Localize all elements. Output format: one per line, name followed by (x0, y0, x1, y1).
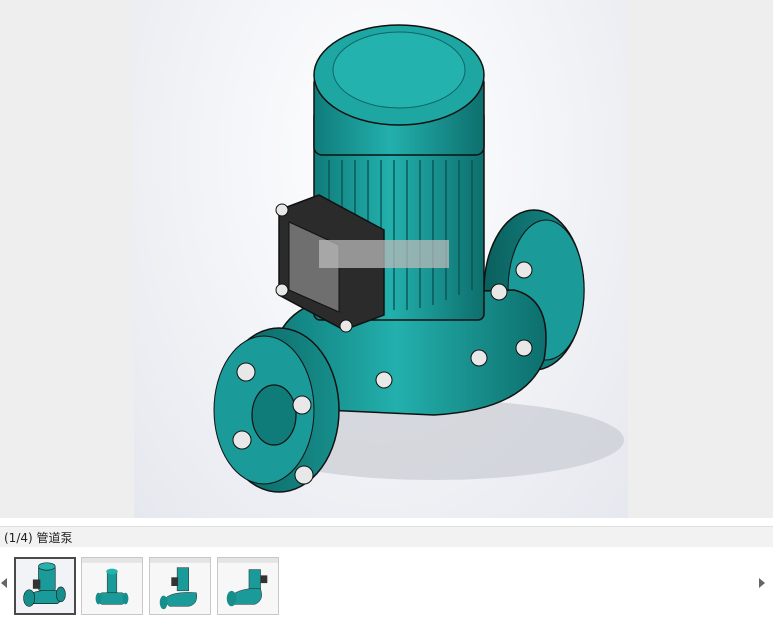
pump-thumbnail-image (150, 558, 210, 614)
pump-thumbnail-image (16, 559, 74, 613)
chevron-right-icon[interactable] (759, 578, 765, 588)
pump-illustration (213, 24, 624, 493)
thumbnail-3[interactable] (149, 557, 211, 615)
caption-bar: (1/4) 管道泵 (0, 526, 773, 547)
pump-thumbnail-image (82, 558, 142, 614)
image-caption: (1/4) 管道泵 (4, 531, 73, 545)
thumbnail-strip (0, 548, 773, 619)
thumbnail-1[interactable] (14, 557, 76, 615)
image-viewer (0, 0, 773, 518)
thumbnail-2[interactable] (81, 557, 143, 615)
thumbnail-4[interactable] (217, 557, 279, 615)
pump-thumbnail-image (218, 558, 278, 614)
chevron-left-icon[interactable] (1, 578, 7, 588)
main-image[interactable] (134, 0, 628, 518)
